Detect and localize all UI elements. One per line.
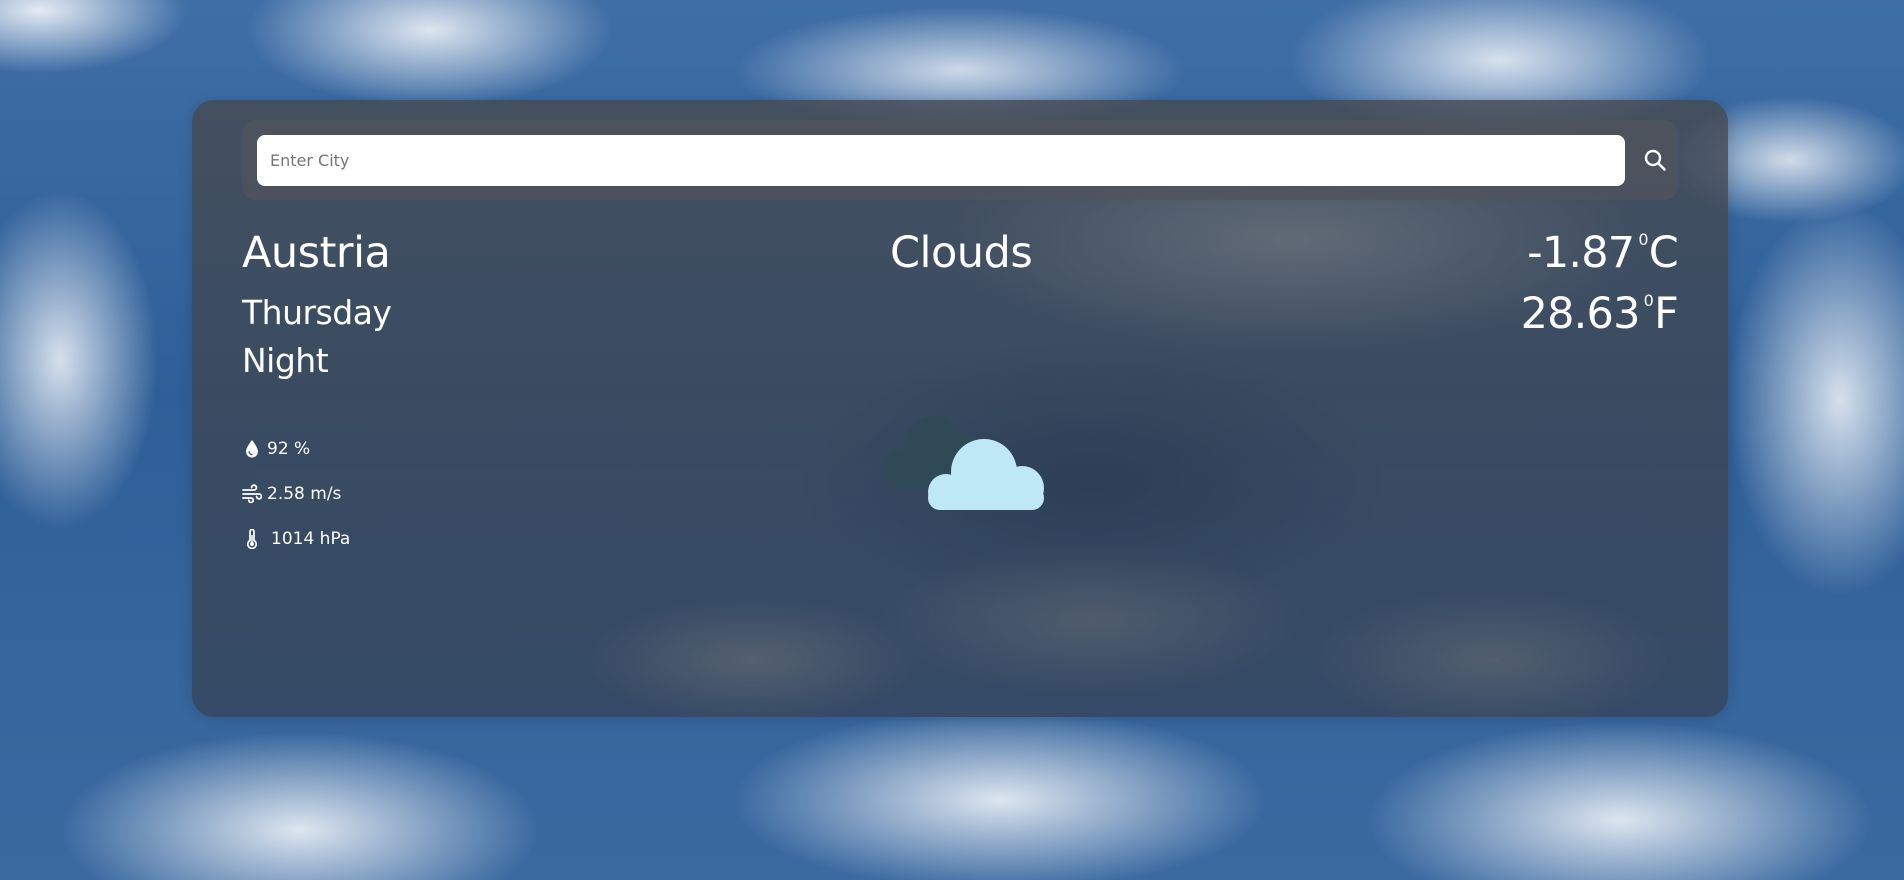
temperature-celsius-value: -1.87 <box>1527 228 1635 278</box>
temperature-fahrenheit: 28.63 0F <box>1521 291 1679 336</box>
city-name: Austria <box>242 228 391 278</box>
degree-mark: 0 <box>1643 291 1654 310</box>
temperature-fahrenheit-value: 28.63 <box>1520 289 1641 339</box>
weather-condition: Clouds <box>890 228 1033 278</box>
wind-speed-value: 2.58 m/s <box>267 484 342 504</box>
search-icon <box>1644 149 1666 171</box>
degree-mark: 0 <box>1638 230 1648 249</box>
temperature-celsius: -1.87 0C <box>1527 230 1679 275</box>
wind-icon <box>242 483 262 505</box>
search-button[interactable] <box>1640 145 1670 175</box>
thermometer-icon <box>242 528 262 550</box>
pressure-stat: 1014 hPa <box>242 528 350 550</box>
city-search-input[interactable] <box>257 135 1625 186</box>
cloud-icon <box>884 416 1044 510</box>
search-bar <box>242 120 1678 200</box>
day-name: Thursday <box>242 293 392 332</box>
pressure-value: 1014 hPa <box>271 529 351 549</box>
wind-stat: 2.58 m/s <box>242 483 341 505</box>
celsius-unit: C <box>1648 228 1679 278</box>
fahrenheit-unit: F <box>1654 289 1679 339</box>
time-of-day: Night <box>242 341 329 380</box>
weather-card: Austria Thursday Night Clouds -1.870C 28… <box>192 100 1728 717</box>
humidity-value: 92 % <box>267 439 311 459</box>
humidity-stat: 92 % <box>242 438 310 460</box>
water-drop-icon <box>242 438 262 460</box>
